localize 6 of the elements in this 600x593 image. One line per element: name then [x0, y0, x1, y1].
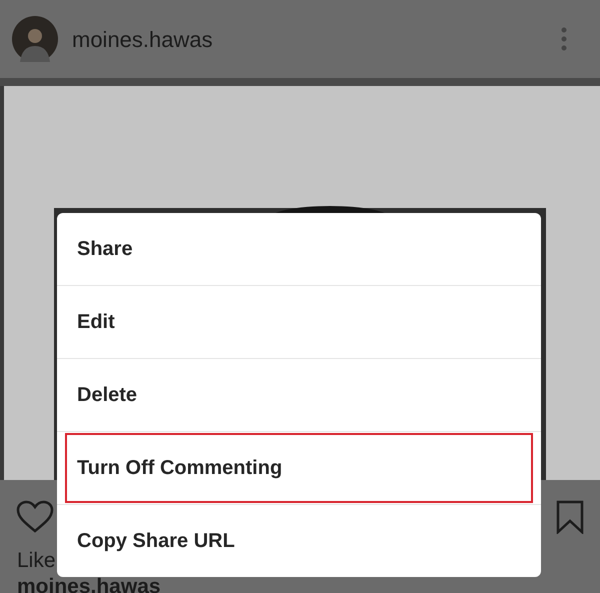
heart-icon[interactable] — [16, 500, 54, 534]
more-options-icon[interactable] — [560, 27, 568, 51]
likes-text: Like — [17, 548, 57, 574]
bookmark-icon[interactable] — [556, 500, 584, 534]
menu-item[interactable]: Turn Off Commenting — [65, 433, 533, 503]
avatar[interactable] — [12, 16, 58, 62]
